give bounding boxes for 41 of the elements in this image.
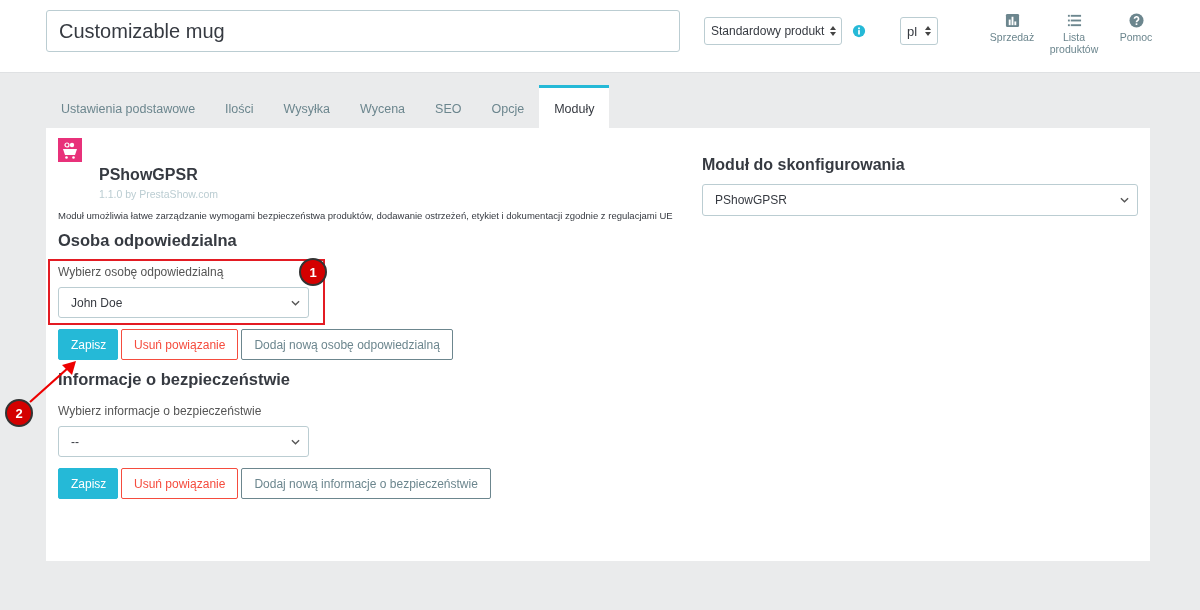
tab[interactable]: SEO — [420, 85, 477, 128]
field-label: Wybierz informacje o bezpieczeństwie — [58, 404, 262, 418]
updown-icon — [830, 26, 837, 36]
action-button[interactable]: Usuń powiązanie — [121, 468, 239, 499]
header-action-link[interactable]: Lista produktów — [1050, 13, 1098, 55]
tab[interactable]: Ilości — [210, 85, 269, 128]
info-icon[interactable] — [852, 24, 866, 38]
callout-badge: 2 — [5, 399, 33, 427]
action-button[interactable]: Usuń powiązanie — [121, 329, 239, 360]
module-name: PShowGPSR — [99, 165, 199, 184]
configure-heading: Moduł do skonfigurowania — [702, 156, 906, 174]
bar-chart-icon — [1004, 13, 1020, 28]
language-select[interactable]: pl — [900, 17, 938, 45]
help-icon — [1128, 13, 1144, 28]
module-version: 1.1.0 by PrestaShow.com — [99, 188, 220, 200]
tab[interactable]: Wycena — [345, 85, 421, 128]
list-icon — [1066, 13, 1082, 28]
module-description: Moduł umożliwia łatwe zarządzanie wymogami bezpieczeństwa produktów, dodawanie ostrzeżeń, etykiet i dokumentacji zgodnie z regulacjami UE — [58, 210, 674, 221]
tab[interactable]: Moduły — [539, 85, 610, 128]
action-button[interactable]: Dodaj nową informacje o bezpieczeństwie — [241, 468, 491, 499]
field-label: Wybierz osobę odpowiedzialną — [58, 265, 224, 279]
action-button[interactable]: Dodaj nową osobę odpowiedzialną — [241, 329, 453, 360]
action-button[interactable]: Zapisz — [58, 329, 118, 360]
select-field[interactable]: John Doe — [58, 287, 309, 318]
tab[interactable]: Wysyłka — [268, 85, 345, 128]
tab[interactable]: Ustawienia podstawowe — [46, 85, 211, 128]
header-action-link[interactable]: Pomoc — [1112, 13, 1160, 43]
chevron-down-icon — [1120, 197, 1129, 203]
header-action-link[interactable]: Sprzedaż — [988, 13, 1036, 43]
action-button[interactable]: Zapisz — [58, 468, 118, 499]
product-type-select[interactable]: Standardowy produkt — [704, 17, 842, 45]
chevron-down-icon — [291, 439, 300, 445]
section-heading: Osoba odpowiedzialna — [58, 231, 238, 250]
updown-icon — [925, 26, 931, 36]
select-field[interactable]: -- — [58, 426, 309, 457]
chevron-down-icon — [291, 300, 300, 306]
cart-logo-icon — [58, 138, 82, 162]
tab[interactable]: Opcje — [476, 85, 540, 128]
product-name-field[interactable]: Customizable mug — [46, 10, 680, 52]
section-heading: Informacje o bezpieczeństwie — [58, 370, 291, 389]
module-select[interactable]: PShowGPSR — [702, 184, 1138, 216]
